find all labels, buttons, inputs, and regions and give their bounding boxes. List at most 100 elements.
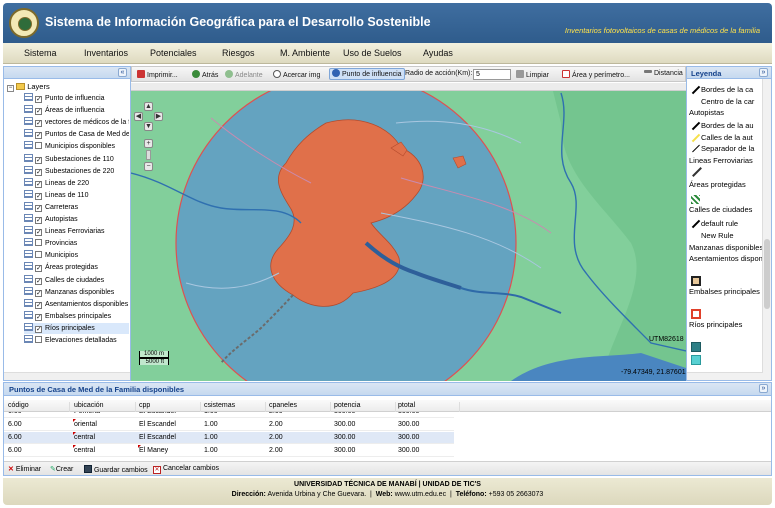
legend-vertical-scrollbar[interactable] bbox=[762, 79, 771, 380]
menu-ayudas[interactable]: Ayudas bbox=[423, 48, 453, 58]
menu-uso-de-suelos[interactable]: Uso de Suelos bbox=[343, 48, 402, 58]
layers-horizontal-scrollbar[interactable] bbox=[4, 372, 130, 380]
layer-item[interactable]: ✓ Lineas Ferroviarias bbox=[24, 226, 129, 237]
layer-checkbox[interactable]: ✓ bbox=[35, 277, 42, 285]
layer-checkbox[interactable]: ✓ bbox=[35, 265, 42, 273]
table-cell[interactable]: 2.00 bbox=[269, 434, 283, 441]
zoom-slider[interactable] bbox=[146, 150, 151, 160]
footer-web-link[interactable]: www.utm.edu.ec bbox=[395, 491, 446, 498]
zoom-in-button[interactable]: Acercar img bbox=[273, 70, 320, 79]
column-header[interactable]: ubicación bbox=[74, 402, 136, 412]
table-cell[interactable]: El Maney bbox=[139, 447, 168, 454]
table-cell[interactable]: 6.00 bbox=[8, 412, 22, 415]
table-cell[interactable]: 300.00 bbox=[398, 434, 419, 441]
layer-checkbox[interactable] bbox=[35, 251, 42, 259]
zoom-out-icon[interactable]: − bbox=[144, 162, 153, 171]
table-cell[interactable]: 1.00 bbox=[204, 412, 218, 415]
column-header[interactable]: cpp bbox=[139, 402, 201, 412]
table-cell[interactable]: 300.00 bbox=[334, 434, 355, 441]
table-cell[interactable]: 300.00 bbox=[398, 421, 419, 428]
table-cell[interactable]: 2.00 bbox=[269, 447, 283, 454]
layers-root-node[interactable]: − Layers bbox=[7, 82, 50, 92]
table-cell[interactable]: 6.00 bbox=[8, 421, 22, 428]
layer-item[interactable]: ✓ Lineas de 110 bbox=[24, 189, 129, 201]
pan-down-icon[interactable]: ▼ bbox=[144, 122, 153, 131]
layer-item[interactable]: Municipios bbox=[24, 250, 129, 261]
legend-scroll-thumb[interactable] bbox=[764, 239, 770, 309]
map-view[interactable]: ▲ ◀ ▶ ▼ + − 1000 m 5000 ft UTM82618 -79.… bbox=[131, 83, 686, 381]
table-cell[interactable]: 2.00 bbox=[269, 421, 283, 428]
table-row[interactable]: 6.00 Periferia El Escandel 1.00 2.00 300.00 30… bbox=[4, 412, 454, 418]
layer-checkbox[interactable]: ✓ bbox=[35, 168, 42, 176]
layer-item[interactable]: ✓ Áreas protegidas bbox=[24, 262, 129, 273]
print-button[interactable]: Imprimir... bbox=[137, 70, 178, 79]
pan-left-icon[interactable]: ◀ bbox=[134, 112, 143, 121]
table-row[interactable]: 6.00 oriental El Escandel 1.00 2.00 300.00 300… bbox=[4, 419, 454, 431]
cancel-changes-button[interactable]: ✕ Cancelar cambios bbox=[153, 465, 219, 474]
table-cell[interactable]: 300.00 bbox=[398, 447, 419, 454]
collapse-down-icon[interactable]: » bbox=[759, 384, 768, 393]
layer-item[interactable]: ✓ Calles de ciudades bbox=[24, 274, 129, 286]
table-cell[interactable]: central bbox=[74, 447, 95, 454]
table-row[interactable]: 6.00 central El Maney 1.00 2.00 300.00 300.00 bbox=[4, 445, 454, 457]
table-cell[interactable]: 300.00 bbox=[334, 412, 355, 415]
layer-checkbox[interactable]: ✓ bbox=[35, 229, 42, 237]
table-row[interactable]: 6.00 central El Escandel 1.00 2.00 300.00 300.… bbox=[4, 432, 454, 444]
column-header[interactable]: código bbox=[8, 402, 70, 412]
zoom-in-icon[interactable]: + bbox=[144, 139, 153, 148]
layer-checkbox[interactable]: ✓ bbox=[35, 289, 42, 297]
column-header[interactable]: cpaneles bbox=[269, 402, 331, 412]
column-header[interactable]: potencia bbox=[334, 402, 396, 412]
layer-item[interactable]: ✓ Puntos de Casa de Med de bbox=[24, 129, 129, 140]
pan-right-icon[interactable]: ▶ bbox=[154, 112, 163, 121]
table-cell[interactable]: 1.00 bbox=[204, 447, 218, 454]
layer-item[interactable]: ✓ Subestaciones de 220 bbox=[24, 165, 129, 177]
layer-checkbox[interactable]: ✓ bbox=[35, 108, 42, 116]
table-cell[interactable]: 1.00 bbox=[204, 421, 218, 428]
layer-checkbox[interactable]: ✓ bbox=[35, 96, 42, 103]
layer-checkbox[interactable]: ✓ bbox=[35, 132, 42, 140]
layer-item[interactable]: Elevaciones detalladas bbox=[24, 335, 129, 346]
delete-button[interactable]: ✕ Eliminar bbox=[8, 465, 41, 473]
layer-item[interactable]: ✓ Carreteras bbox=[24, 201, 129, 213]
column-header[interactable]: csistemas bbox=[204, 402, 266, 412]
menu-potenciales[interactable]: Potenciales bbox=[150, 48, 197, 58]
radius-input[interactable] bbox=[473, 69, 511, 80]
menu-sistema[interactable]: Sistema bbox=[24, 48, 57, 58]
layer-item[interactable]: ✓ Ríos principales bbox=[24, 322, 129, 334]
collapse-left-icon[interactable]: « bbox=[118, 68, 127, 77]
area-perimeter-button[interactable]: Área y perímetro... bbox=[562, 70, 630, 79]
layer-item[interactable]: Municipios disponibles bbox=[24, 141, 129, 152]
legend-horizontal-scrollbar[interactable] bbox=[687, 372, 763, 380]
layer-item[interactable]: Provincias bbox=[24, 238, 129, 249]
layer-item[interactable]: ✓ vectores de médicos de la f bbox=[24, 117, 129, 128]
table-cell[interactable]: 300.00 bbox=[334, 421, 355, 428]
layer-checkbox[interactable] bbox=[35, 239, 42, 247]
table-cell[interactable]: 1.00 bbox=[204, 434, 218, 441]
clear-button[interactable]: Limpiar bbox=[516, 70, 549, 79]
layer-item[interactable]: ✓ Áreas de influencia bbox=[24, 105, 129, 116]
layer-checkbox[interactable] bbox=[35, 142, 42, 150]
table-cell[interactable]: oriental bbox=[74, 421, 97, 428]
table-cell[interactable]: El Escandel bbox=[139, 412, 176, 415]
tree-toggle-icon[interactable]: − bbox=[7, 85, 14, 92]
menu-medio-ambiente[interactable]: M. Ambiente bbox=[280, 48, 330, 58]
create-button[interactable]: ✎Crear bbox=[50, 465, 73, 473]
collapse-right-icon[interactable]: » bbox=[759, 68, 768, 77]
layer-checkbox[interactable]: ✓ bbox=[35, 204, 42, 212]
save-changes-button[interactable]: Guardar cambios bbox=[84, 465, 148, 474]
menu-riesgos[interactable]: Riesgos bbox=[222, 48, 255, 58]
table-cell[interactable]: 6.00 bbox=[8, 434, 22, 441]
layer-checkbox[interactable]: ✓ bbox=[35, 301, 42, 309]
layer-checkbox[interactable]: ✓ bbox=[35, 156, 42, 164]
table-cell[interactable]: El Escandel bbox=[139, 421, 176, 428]
table-cell[interactable]: central bbox=[74, 434, 95, 441]
map-canvas[interactable] bbox=[131, 83, 686, 381]
influence-point-button[interactable]: Punto de influencia bbox=[329, 68, 405, 80]
table-cell[interactable]: 300.00 bbox=[398, 412, 419, 415]
table-cell[interactable]: Periferia bbox=[74, 412, 100, 415]
table-cell[interactable]: El Escandel bbox=[139, 434, 176, 441]
forward-button[interactable]: Adelante bbox=[225, 70, 263, 79]
table-cell[interactable]: 2.00 bbox=[269, 412, 283, 415]
back-button[interactable]: Atrás bbox=[192, 70, 218, 79]
